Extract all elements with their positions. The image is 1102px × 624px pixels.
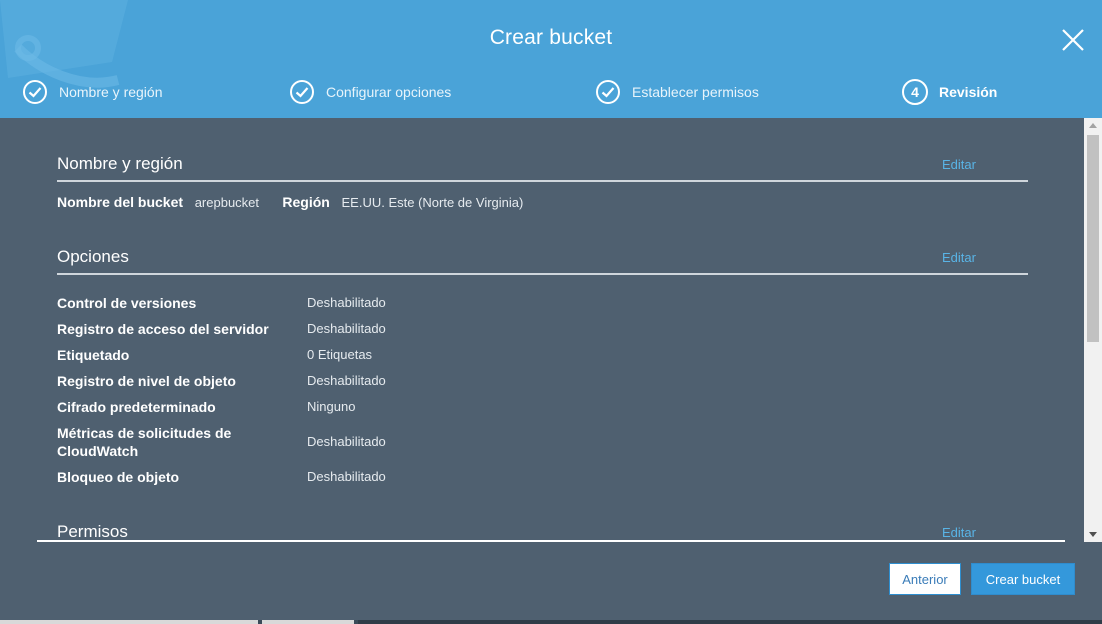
step-label: Nombre y región bbox=[59, 84, 163, 100]
step-label: Revisión bbox=[939, 84, 998, 100]
option-label: Registro de nivel de objeto bbox=[57, 373, 236, 389]
check-circle-icon bbox=[289, 79, 315, 105]
background-strip bbox=[0, 620, 1102, 624]
step-label: Establecer permisos bbox=[632, 84, 759, 100]
step-configure-options[interactable]: Configurar opciones bbox=[289, 79, 451, 105]
edit-permissions-link[interactable]: Editar bbox=[942, 525, 976, 540]
dialog-header: Crear bucket Nombre y región Configurar … bbox=[0, 0, 1102, 118]
step-review[interactable]: 4 Revisión bbox=[902, 79, 997, 105]
footer-divider bbox=[37, 540, 1065, 542]
region-label: Región bbox=[282, 194, 330, 210]
content-scrollbar[interactable] bbox=[1084, 118, 1102, 542]
step-set-permissions[interactable]: Establecer permisos bbox=[595, 79, 759, 105]
check-circle-icon bbox=[22, 79, 48, 105]
option-label: Registro de acceso del servidor bbox=[57, 321, 269, 337]
option-label: Etiquetado bbox=[57, 347, 130, 363]
option-value: Deshabilitado bbox=[307, 295, 386, 310]
option-label: Control de versiones bbox=[57, 295, 197, 311]
option-value: Deshabilitado bbox=[307, 469, 386, 484]
section-title-name-region: Nombre y región bbox=[57, 154, 183, 173]
dialog-title: Crear bucket bbox=[489, 26, 613, 49]
bucket-name-value: arepbucket bbox=[194, 195, 260, 210]
section-title-options: Opciones bbox=[57, 247, 129, 266]
option-label: Cifrado predeterminado bbox=[57, 399, 216, 415]
review-content: Nombre y región Editar Nombre del bucket… bbox=[0, 118, 1084, 542]
option-value: Deshabilitado bbox=[307, 434, 386, 449]
option-label: Bloqueo de objeto bbox=[57, 469, 180, 485]
option-value: 0 Etiquetas bbox=[307, 347, 373, 362]
step-name-region[interactable]: Nombre y región bbox=[22, 79, 163, 105]
previous-button[interactable]: Anterior bbox=[889, 563, 961, 595]
divider bbox=[57, 273, 1028, 275]
close-button[interactable] bbox=[1058, 25, 1088, 55]
bucket-name-label: Nombre del bucket bbox=[57, 194, 184, 210]
create-bucket-button[interactable]: Crear bucket bbox=[971, 563, 1075, 595]
scroll-down-arrow-icon[interactable] bbox=[1089, 532, 1097, 537]
edit-name-region-link[interactable]: Editar bbox=[942, 157, 976, 172]
step-number: 4 bbox=[902, 79, 928, 105]
bucket-summary-row: Nombre del bucket arepbucket Región EE.U… bbox=[57, 194, 523, 210]
section-title-permissions: Permisos bbox=[57, 522, 128, 541]
region-value: EE.UU. Este (Norte de Virginia) bbox=[341, 195, 524, 210]
check-circle-icon bbox=[595, 79, 621, 105]
step-label: Configurar opciones bbox=[326, 84, 452, 100]
edit-options-link[interactable]: Editar bbox=[942, 250, 976, 265]
option-value: Ninguno bbox=[307, 399, 356, 414]
scroll-up-arrow-icon[interactable] bbox=[1089, 123, 1097, 128]
option-label: Métricas de solicitudes de CloudWatch bbox=[57, 425, 232, 459]
option-value: Deshabilitado bbox=[307, 321, 386, 336]
option-value: Deshabilitado bbox=[307, 373, 386, 388]
scroll-thumb[interactable] bbox=[1087, 135, 1099, 342]
divider bbox=[57, 180, 1028, 182]
close-icon bbox=[1062, 29, 1084, 51]
